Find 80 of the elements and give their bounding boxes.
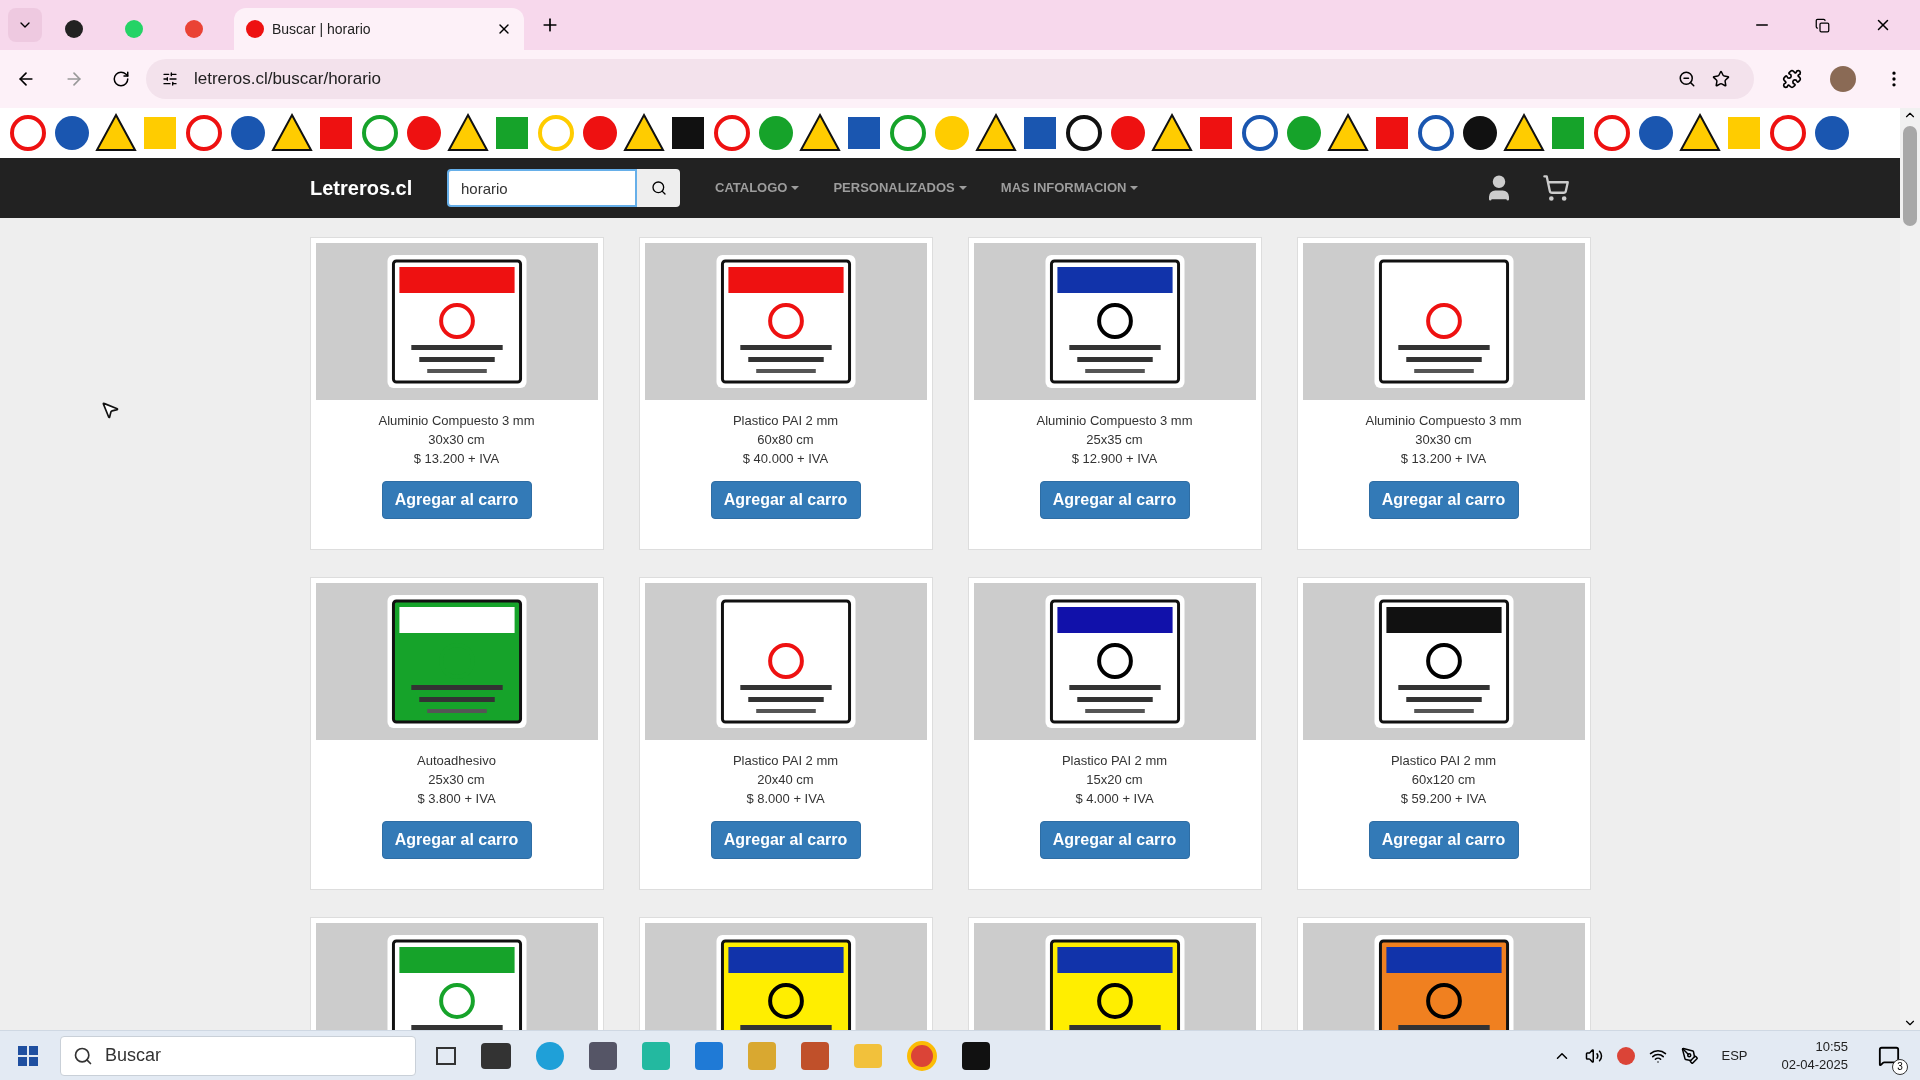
date-text: 02-04-2025: [1781, 1055, 1848, 1074]
product-price: $ 12.900 + IVA: [1071, 450, 1158, 468]
tab-title: Buscar | horario: [272, 19, 372, 39]
product-size: 60x120 cm: [1411, 771, 1476, 789]
clock[interactable]: 10:55 02-04-2025: [1781, 1037, 1848, 1074]
chrome-icon[interactable]: [907, 1040, 937, 1071]
nav-menu[interactable]: MAS INFORMACION: [1000, 178, 1139, 198]
tab-list-button[interactable]: [8, 8, 42, 42]
product-material: Aluminio Compuesto 3 mm: [378, 412, 535, 430]
reload-icon[interactable]: [112, 70, 130, 88]
browser-tab[interactable]: Buscar | horario: [234, 8, 524, 50]
caret-icon: [958, 186, 967, 190]
windows-icon[interactable]: [18, 1045, 38, 1066]
zoom-icon[interactable]: [1678, 70, 1696, 88]
product-size: 25x35 cm: [1086, 431, 1143, 449]
extensions-icon[interactable]: [1782, 69, 1802, 89]
add-to-cart-button[interactable]: Agregar al carro: [710, 481, 861, 519]
product-material: Plastico PAI 2 mm: [732, 752, 839, 770]
cursor-icon: [100, 400, 120, 420]
product-price: $ 3.800 + IVA: [417, 790, 496, 808]
taskbar-search-field[interactable]: Buscar: [60, 1035, 416, 1076]
product-material: Plastico PAI 2 mm: [1390, 752, 1497, 770]
app-icon[interactable]: [589, 1041, 617, 1070]
product-price: $ 59.200 + IVA: [1400, 790, 1487, 808]
add-to-cart-button[interactable]: Agregar al carro: [381, 481, 532, 519]
time-text: 10:55: [1815, 1037, 1848, 1056]
restore-icon[interactable]: [1815, 17, 1830, 33]
add-to-cart-button[interactable]: Agregar al carro: [381, 821, 532, 859]
product-size: 30x30 cm: [1415, 431, 1472, 449]
scrollbar[interactable]: [1900, 108, 1920, 1030]
scrollbar-thumb[interactable]: [1903, 126, 1917, 226]
brand-link[interactable]: Letreros.cl: [310, 173, 447, 203]
bookmark-icon[interactable]: [1712, 70, 1730, 88]
search-icon: [73, 1045, 93, 1066]
product-price: $ 13.200 + IVA: [413, 450, 500, 468]
product-material: Plastico PAI 2 mm: [732, 412, 839, 430]
product-material: Aluminio Compuesto 3 mm: [1036, 412, 1193, 430]
notification-count: 3: [1892, 1058, 1908, 1075]
add-to-cart-button[interactable]: Agregar al carro: [1368, 821, 1519, 859]
site-icon: [185, 20, 203, 38]
product-material: Autoadhesivo: [417, 752, 496, 770]
language-indicator[interactable]: ESP: [1721, 1045, 1748, 1066]
task-view-icon[interactable]: [436, 1046, 456, 1065]
volume-icon[interactable]: [1585, 1046, 1604, 1065]
url-text: letreros.cl/buscar/horario: [194, 68, 383, 91]
product-price: $ 13.200 + IVA: [1400, 450, 1487, 468]
add-to-cart-button[interactable]: Agregar al carro: [1039, 481, 1190, 519]
product-material: Plastico PAI 2 mm: [1061, 752, 1168, 770]
nav-menu[interactable]: CATALOGO: [715, 178, 800, 198]
app-tray-icon[interactable]: [1617, 1046, 1636, 1065]
address-bar[interactable]: letreros.cl/buscar/horario: [146, 59, 1754, 99]
product-material: Aluminio Compuesto 3 mm: [1365, 412, 1522, 430]
cart-icon[interactable]: [1542, 174, 1570, 202]
product-size: 20x40 cm: [757, 771, 814, 789]
product-size: 25x30 cm: [428, 771, 485, 789]
product-price: $ 40.000 + IVA: [742, 450, 829, 468]
add-to-cart-button[interactable]: Agregar al carro: [710, 821, 861, 859]
search-placeholder: Buscar: [105, 1044, 162, 1067]
terminal-icon[interactable]: [481, 1042, 511, 1069]
product-price: $ 4.000 + IVA: [1075, 790, 1154, 808]
add-to-cart-button[interactable]: Agregar al carro: [1039, 821, 1190, 859]
product-price: $ 8.000 + IVA: [746, 790, 825, 808]
site-icon: [125, 20, 143, 38]
product-size: 60x80 cm: [757, 431, 814, 449]
site-settings-icon[interactable]: [162, 71, 178, 87]
caret-icon: [791, 186, 800, 190]
search-button[interactable]: [637, 169, 680, 207]
avatar-icon[interactable]: [1830, 66, 1856, 92]
add-to-cart-button[interactable]: Agregar al carro: [1368, 481, 1519, 519]
site-icon: [65, 20, 83, 38]
editor-icon[interactable]: [695, 1041, 723, 1070]
caret-icon: [1130, 186, 1139, 190]
search-field[interactable]: horario: [447, 169, 637, 207]
app-icon[interactable]: [962, 1041, 990, 1070]
site-icon: [246, 20, 264, 38]
product-size: 30x30 cm: [428, 431, 485, 449]
search-icon: [650, 180, 667, 196]
product-size: 15x20 cm: [1086, 771, 1143, 789]
nav-menu[interactable]: PERSONALIZADOS: [833, 178, 967, 198]
pen-icon[interactable]: [1681, 1046, 1700, 1065]
